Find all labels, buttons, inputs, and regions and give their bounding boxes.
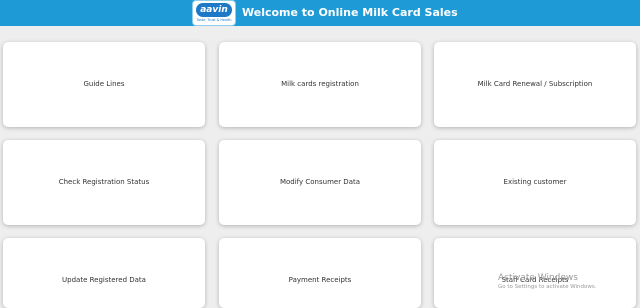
card-label: Milk cards registration [281, 80, 359, 88]
card-label: Check Registration Status [58, 178, 150, 186]
card-label: Existing customer [503, 178, 567, 186]
watermark-subtitle: Go to Settings to activate Windows. [498, 284, 597, 290]
logo-wordmark: aavin [196, 3, 232, 17]
page-title: Welcome to Online Milk Card Sales [242, 6, 458, 19]
card-label: Payment Receipts [288, 276, 352, 284]
card-modify-consumer-data[interactable]: Modify Consumer Data [219, 140, 421, 225]
card-milk-cards-registration[interactable]: Milk cards registration [219, 42, 421, 127]
aavin-logo[interactable]: aavin Taste, Trust & Health [193, 1, 235, 25]
logo-tagline: Taste, Trust & Health [196, 18, 232, 22]
card-label: Guide Lines [83, 80, 125, 88]
card-label: Milk Card Renewal / Subscription [477, 80, 593, 88]
card-label: Modify Consumer Data [279, 178, 361, 186]
top-header-bar: aavin Taste, Trust & Health Welcome to O… [0, 0, 640, 26]
card-milk-card-renewal[interactable]: Milk Card Renewal / Subscription [434, 42, 636, 127]
card-label: Update Registered Data [62, 276, 146, 284]
card-check-registration-status[interactable]: Check Registration Status [3, 140, 205, 225]
watermark-title: Activate Windows [498, 273, 578, 283]
activate-windows-watermark: Activate Windows Go to Settings to activ… [498, 273, 638, 291]
card-guide-lines[interactable]: Guide Lines [3, 42, 205, 127]
card-existing-customer[interactable]: Existing customer [434, 140, 636, 225]
